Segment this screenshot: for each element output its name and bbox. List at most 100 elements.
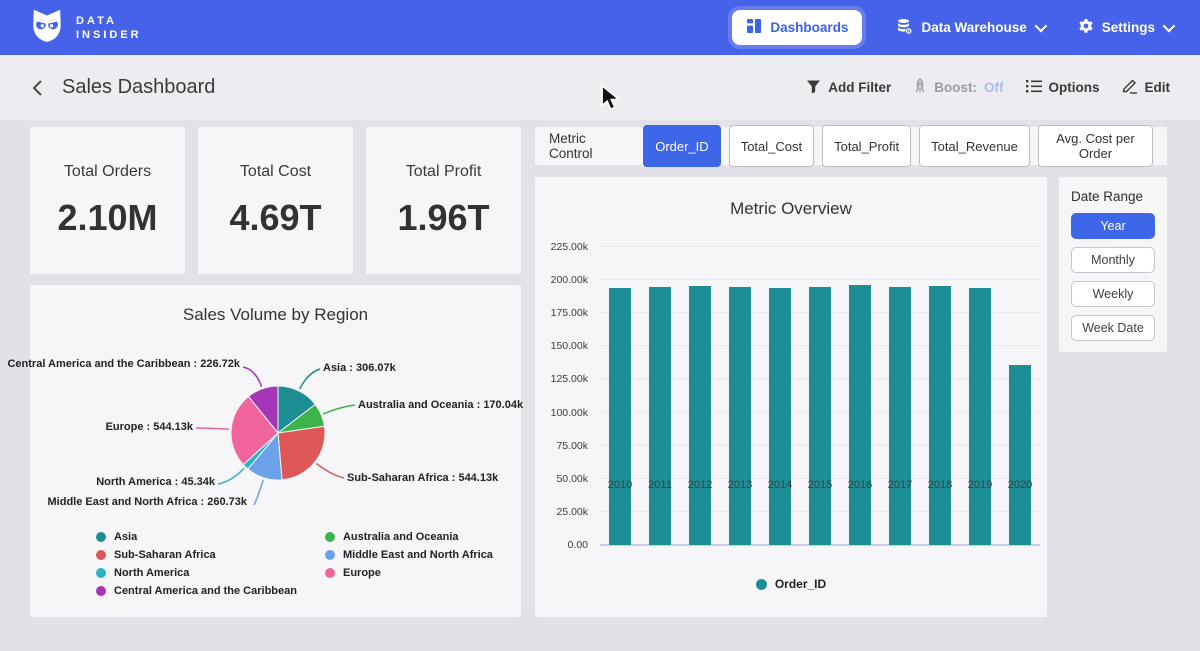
pie-legend-column: Australia and Oceania Middle East and Nor… (325, 531, 493, 597)
bar-2010 (609, 288, 631, 545)
pie-callout-line (243, 367, 262, 387)
options-button[interactable]: Options (1026, 79, 1100, 96)
x-tick-label: 2019 (960, 479, 1000, 491)
date-range-option-weekly[interactable]: Weekly (1071, 281, 1155, 307)
pie-callout-label: North America : 45.34k (96, 476, 215, 489)
legend-dot-icon (96, 568, 106, 578)
pie-legend-item: Middle East and North Africa (325, 549, 493, 561)
pie-legend-label: Europe (343, 567, 381, 579)
edit-button[interactable]: Edit (1122, 78, 1171, 97)
legend-dot-icon (96, 550, 106, 560)
bar-cell (600, 247, 640, 545)
list-icon (1026, 79, 1042, 96)
date-range-panel: Date Range YearMonthlyWeeklyWeek Date (1059, 177, 1167, 352)
app-logo[interactable]: DATA INSIDER (28, 6, 142, 49)
dashboards-button[interactable]: Dashboards (732, 10, 862, 45)
legend-dot-icon (96, 586, 106, 596)
legend-dot-icon (325, 568, 335, 578)
pie-legend-item: Central America and the Caribbean (96, 585, 297, 597)
kpi-value: 2.10M (57, 197, 157, 239)
metric-chip-avg-cost-per-order[interactable]: Avg. Cost per Order (1038, 125, 1153, 167)
pie-legend-label: Middle East and North Africa (343, 549, 493, 561)
y-tick-label: 200.00k (551, 274, 588, 286)
pie-legend-label: Asia (114, 531, 137, 543)
data-warehouse-label: Data Warehouse (921, 20, 1026, 35)
pie-legend-column: Asia Sub-Saharan Africa North America Centr… (96, 531, 297, 597)
kpi-row: Total Orders2.10MTotal Cost4.69TTotal Pr… (30, 127, 521, 274)
bar-2020 (1009, 365, 1031, 545)
legend-dot-icon (325, 532, 335, 542)
y-tick-label: 225.00k (551, 241, 588, 253)
x-tick-label: 2020 (1000, 479, 1040, 491)
legend-dot-icon (325, 550, 335, 560)
boost-label: Boost: (934, 80, 977, 95)
pie-callout-label: Asia : 306.07k (323, 362, 396, 375)
data-warehouse-menu[interactable]: Data Warehouse (896, 18, 1043, 38)
metric-chip-order-id[interactable]: Order_ID (643, 125, 720, 167)
pie-legend-item: North America (96, 567, 297, 579)
boost-state: Off (984, 80, 1004, 95)
pie-slice-2 (278, 426, 325, 480)
bar-chart-title: Metric Overview (535, 177, 1047, 219)
pie-legend-label: Central America and the Caribbean (114, 585, 297, 597)
owl-logo-icon (28, 6, 66, 49)
bar-cell (680, 247, 720, 545)
x-tick-label: 2016 (840, 479, 880, 491)
pie-legend-item: Australia and Oceania (325, 531, 493, 543)
metric-chip-total-cost[interactable]: Total_Cost (729, 125, 814, 167)
y-tick-label: 100.00k (551, 407, 588, 419)
sales-volume-panel: Sales Volume by Region Asia : 306.07kAus… (30, 285, 521, 617)
settings-menu[interactable]: Settings (1078, 18, 1172, 37)
gear-icon (1078, 18, 1094, 37)
bar-2018 (929, 286, 951, 545)
kpi-card: Total Orders2.10M (30, 127, 185, 274)
legend-label: Order_ID (775, 577, 826, 591)
metric-chip-total-revenue[interactable]: Total_Revenue (919, 125, 1030, 167)
date-range-options: Year Monthly Weekly Week Date (1071, 213, 1155, 341)
kpi-label: Total Cost (240, 163, 311, 181)
pie-callout-label: Australia and Oceania : 170.04k (358, 399, 523, 412)
bar-cell (960, 247, 1000, 545)
bar-cell (1000, 247, 1040, 545)
date-range-option-year[interactable]: Year (1071, 213, 1155, 239)
add-filter-label: Add Filter (828, 80, 891, 95)
kpi-card: Total Profit1.96T (366, 127, 521, 274)
pie-callout-line (196, 428, 229, 429)
y-tick-label: 125.00k (551, 373, 588, 385)
bar-cell (720, 247, 760, 545)
metric-overview-panel: Metric Overview 225.00k200.00k175.00k150… (535, 177, 1047, 617)
chevron-down-icon (1163, 20, 1176, 33)
boost-toggle[interactable]: Boost: Off (913, 78, 1003, 97)
date-range-option-monthly[interactable]: Monthly (1071, 247, 1155, 273)
back-button[interactable] (30, 79, 44, 97)
x-tick-label: 2011 (640, 479, 680, 491)
legend-dot-icon (96, 532, 106, 542)
date-range-option-week-date[interactable]: Week Date (1071, 315, 1155, 341)
pie-callout-line (316, 463, 344, 478)
bar-cell (800, 247, 840, 545)
x-tick-label: 2012 (680, 479, 720, 491)
metric-chip-total-profit[interactable]: Total_Profit (822, 125, 911, 167)
y-tick-label: 0.00 (568, 539, 588, 551)
bar-cell (880, 247, 920, 545)
pie-legend-label: North America (114, 567, 189, 579)
pie-callout-line (323, 405, 355, 414)
pie-chart-legend: Asia Sub-Saharan Africa North America Centr… (96, 531, 493, 597)
pie-callout-label: Central America and the Caribbean : 226.… (7, 358, 240, 371)
x-tick-label: 2018 (920, 479, 960, 491)
y-tick-label: 75.00k (556, 440, 588, 452)
pencil-icon (1122, 78, 1138, 97)
pie-callout-label: Europe : 544.13k (106, 421, 193, 434)
rocket-icon (913, 78, 927, 97)
y-tick-label: 175.00k (551, 307, 588, 319)
metric-control-bar: Metric Control Order_IDTotal_CostTotal_P… (535, 127, 1167, 165)
bar-2014 (769, 288, 791, 545)
add-filter-button[interactable]: Add Filter (806, 79, 891, 97)
page-header: Sales Dashboard Add Filter Boost: Off (0, 55, 1200, 120)
pie-legend-label: Sub-Saharan Africa (114, 549, 216, 561)
options-label: Options (1049, 80, 1100, 95)
pie-callout-line (300, 369, 320, 389)
x-tick-label: 2014 (760, 479, 800, 491)
chevron-down-icon (1034, 20, 1047, 33)
pie-legend-item: Europe (325, 567, 493, 579)
